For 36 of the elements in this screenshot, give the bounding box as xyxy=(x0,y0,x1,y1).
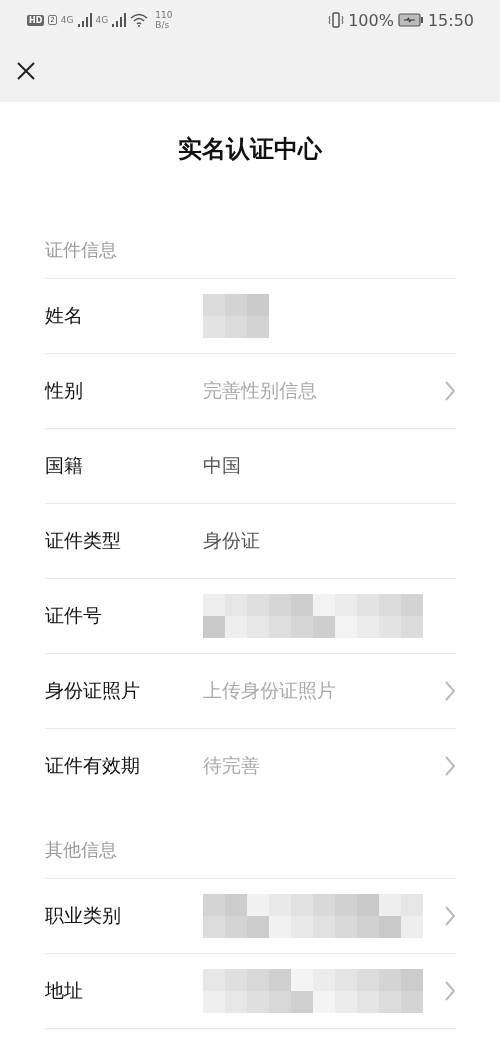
info-field[interactable]: 待完善 xyxy=(203,753,444,779)
field-value: 身份证 xyxy=(203,528,261,553)
network-type: 4G xyxy=(60,15,74,25)
field-label: 证件号 xyxy=(45,603,103,628)
section-heading: 其他信息 xyxy=(45,838,118,862)
vibrate-icon xyxy=(328,12,345,28)
page-title: 实名认证中心 xyxy=(177,133,323,165)
hd-badge: HD xyxy=(27,14,45,26)
chevron-right-icon xyxy=(444,680,456,702)
chevron-right-icon xyxy=(444,380,456,402)
chevron-right-icon xyxy=(444,905,456,927)
close-icon xyxy=(16,61,36,81)
info-field[interactable]: 完善性别信息 xyxy=(203,378,444,404)
network-speed: 110 xyxy=(155,10,173,20)
battery-percent: 100% xyxy=(348,10,394,30)
field-value: 中国 xyxy=(203,453,242,478)
speed-unit: B/s xyxy=(155,20,171,30)
signal-icon xyxy=(112,13,127,27)
field-label: 性别 xyxy=(45,378,84,403)
field-label: 国籍 xyxy=(45,453,84,478)
chevron-right-icon xyxy=(444,755,456,777)
info-field[interactable]: 上传身份证照片 xyxy=(203,678,444,704)
battery-charging-icon xyxy=(397,13,424,27)
section-heading: 证件信息 xyxy=(45,238,118,262)
wifi-icon xyxy=(130,13,149,27)
field-label: 身份证照片 xyxy=(45,678,141,703)
field-label: 职业类别 xyxy=(45,903,122,928)
clock-time: 15:50 xyxy=(427,10,474,30)
field-label: 证件有效期 xyxy=(45,753,141,778)
field-label: 姓名 xyxy=(45,303,84,328)
signal-icon xyxy=(77,13,92,27)
field-label: 证件类型 xyxy=(45,528,122,553)
network-type: 4G xyxy=(95,15,109,25)
chevron-right-icon xyxy=(444,980,456,1002)
field-label: 地址 xyxy=(45,978,84,1003)
redacted-mosaic-drawing xyxy=(203,294,269,338)
